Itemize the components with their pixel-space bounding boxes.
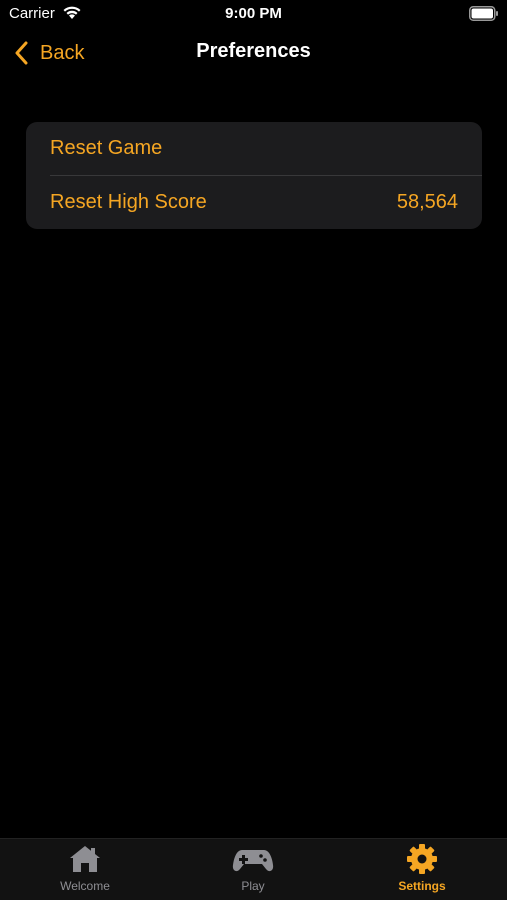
settings-group: Reset Game Reset High Score 58,564: [26, 122, 482, 229]
gear-icon: [407, 844, 437, 874]
tab-bar: Welcome Play Settings: [0, 838, 507, 900]
tab-welcome[interactable]: Welcome: [30, 843, 140, 899]
battery-icon: [469, 6, 498, 21]
reset-high-score-label: Reset High Score: [50, 190, 207, 213]
app-screen: Carrier 9:00 PM Back Preferences Reset G…: [0, 0, 507, 900]
tab-play[interactable]: Play: [198, 843, 308, 899]
reset-game-row[interactable]: Reset Game: [26, 122, 482, 175]
reset-high-score-row[interactable]: Reset High Score 58,564: [26, 175, 482, 229]
row-divider: [50, 175, 482, 176]
tab-play-label: Play: [241, 879, 265, 893]
tab-settings-label: Settings: [398, 879, 446, 893]
gamecontroller-icon: [232, 850, 274, 872]
navigation-bar: Back Preferences: [0, 28, 507, 76]
house-icon: [70, 846, 100, 872]
tab-settings[interactable]: Settings: [367, 843, 477, 899]
status-time: 9:00 PM: [225, 5, 282, 22]
tab-welcome-label: Welcome: [60, 879, 110, 893]
reset-game-label: Reset Game: [50, 137, 163, 159]
page-title: Preferences: [196, 40, 311, 62]
high-score-value: 58,564: [396, 190, 458, 213]
status-bar: Carrier 9:00 PM: [0, 0, 507, 28]
